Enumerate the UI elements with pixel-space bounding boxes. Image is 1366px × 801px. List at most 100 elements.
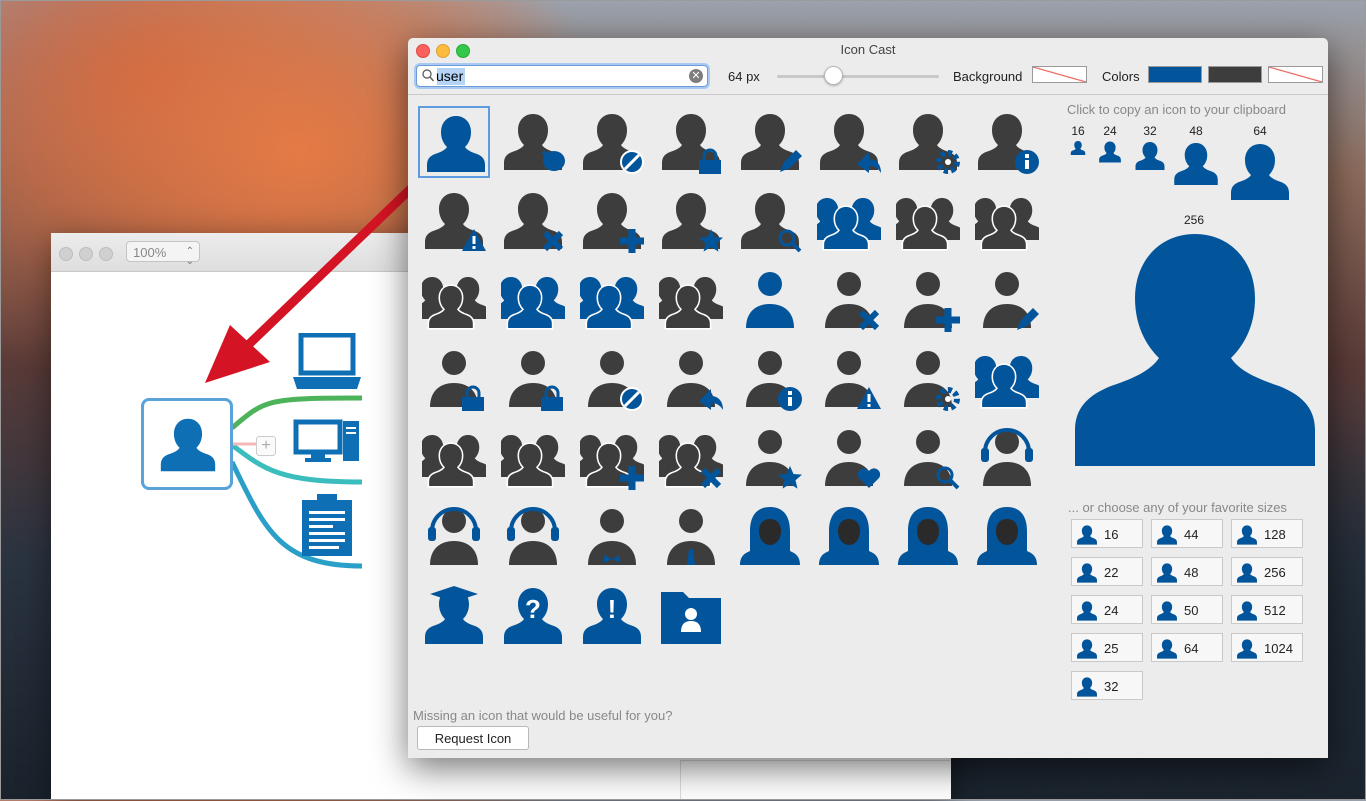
size-button-512[interactable]: 512 bbox=[1231, 595, 1303, 624]
user-group-icon[interactable] bbox=[813, 185, 885, 257]
user-preview-icon[interactable] bbox=[1172, 140, 1220, 188]
size-button-32[interactable]: 32 bbox=[1071, 671, 1143, 700]
user-round-group-icon[interactable] bbox=[418, 422, 490, 494]
user-female-bob-icon[interactable] bbox=[813, 501, 885, 573]
user-remove-icon bbox=[504, 193, 564, 252]
user-people-standing-icon[interactable] bbox=[576, 264, 648, 336]
user-icon bbox=[1237, 601, 1257, 621]
secondary-color-swatch[interactable] bbox=[1208, 66, 1262, 83]
user-team-icon[interactable] bbox=[892, 185, 964, 257]
user-tie-icon[interactable] bbox=[655, 501, 727, 573]
user-round-remove-icon[interactable] bbox=[813, 264, 885, 336]
user-preview-icon[interactable] bbox=[1098, 140, 1122, 164]
close-window-button[interactable] bbox=[416, 44, 430, 58]
user-remove-icon[interactable] bbox=[497, 185, 569, 257]
user-crowd-large-icon[interactable] bbox=[655, 264, 727, 336]
size-button-48[interactable]: 48 bbox=[1151, 557, 1223, 586]
user-round-reply-icon[interactable] bbox=[655, 343, 727, 415]
user-round-remove-icon bbox=[825, 272, 880, 331]
size-button-16[interactable]: 16 bbox=[1071, 519, 1143, 548]
size-button-256[interactable]: 256 bbox=[1231, 557, 1303, 586]
user-lock-icon[interactable] bbox=[655, 106, 727, 178]
user-round-pair-icon[interactable] bbox=[971, 343, 1043, 415]
user-round-settings-icon[interactable] bbox=[892, 343, 964, 415]
titlebar: Icon Cast bbox=[408, 38, 1328, 60]
user-round-unlock-icon[interactable] bbox=[497, 343, 569, 415]
user-round-info-icon[interactable] bbox=[734, 343, 806, 415]
user-female-icon[interactable] bbox=[734, 501, 806, 573]
request-icon-button[interactable]: Request Icon bbox=[417, 726, 529, 750]
user-group-small-icon[interactable] bbox=[497, 264, 569, 336]
user-round-search-icon[interactable] bbox=[892, 422, 964, 494]
primary-color-swatch[interactable] bbox=[1148, 66, 1202, 83]
size-slider-track[interactable] bbox=[777, 75, 939, 78]
user-round-lock-icon[interactable] bbox=[418, 343, 490, 415]
size-button-label: 48 bbox=[1184, 565, 1199, 580]
user-crowd-icon[interactable] bbox=[418, 264, 490, 336]
user-meeting-icon[interactable] bbox=[971, 185, 1043, 257]
large-user-preview-icon[interactable] bbox=[1067, 226, 1323, 482]
size-button-64[interactable]: 64 bbox=[1151, 633, 1223, 662]
size-button-44[interactable]: 44 bbox=[1151, 519, 1223, 548]
minimize-window-button[interactable] bbox=[436, 44, 450, 58]
clear-search-icon[interactable]: ✕ bbox=[689, 69, 703, 83]
user-round-presentation-icon bbox=[501, 435, 565, 488]
user-graduate-icon bbox=[425, 586, 483, 644]
user-round-presentation-icon[interactable] bbox=[497, 422, 569, 494]
user-round-headset-icon[interactable] bbox=[971, 422, 1043, 494]
user-preview-icon[interactable] bbox=[1070, 140, 1086, 156]
user-round-edit-icon[interactable] bbox=[971, 264, 1043, 336]
user-comment-icon[interactable] bbox=[497, 106, 569, 178]
user-bowtie-icon bbox=[588, 509, 636, 565]
user-bowtie-icon[interactable] bbox=[576, 501, 648, 573]
user-edit-icon[interactable] bbox=[734, 106, 806, 178]
user-preview-icon[interactable] bbox=[1228, 140, 1292, 204]
user-folder-icon[interactable] bbox=[655, 580, 727, 652]
user-question-icon: ? bbox=[504, 588, 562, 644]
user-exclamation-icon[interactable]: ! bbox=[576, 580, 648, 652]
search-input[interactable] bbox=[436, 67, 676, 85]
search-field[interactable]: ✕ bbox=[416, 65, 708, 87]
size-slider-handle[interactable] bbox=[824, 66, 844, 85]
user-settings-icon[interactable] bbox=[892, 106, 964, 178]
tertiary-color-swatch[interactable] bbox=[1268, 66, 1323, 83]
user-round-star-icon[interactable] bbox=[734, 422, 806, 494]
user-round-blocked-icon[interactable] bbox=[576, 343, 648, 415]
size-button-25[interactable]: 25 bbox=[1071, 633, 1143, 662]
size-button-128[interactable]: 128 bbox=[1231, 519, 1303, 548]
user-reply-icon[interactable] bbox=[813, 106, 885, 178]
size-button-24[interactable]: 24 bbox=[1071, 595, 1143, 624]
user-round-heart-icon[interactable] bbox=[813, 422, 885, 494]
user-round-pair-remove-icon[interactable] bbox=[655, 422, 727, 494]
user-graduate-icon[interactable] bbox=[418, 580, 490, 652]
zoom-window-button[interactable] bbox=[456, 44, 470, 58]
user-round-pair-add-icon[interactable] bbox=[576, 422, 648, 494]
user-preview-icon[interactable] bbox=[1134, 140, 1166, 172]
user-search-icon[interactable] bbox=[734, 185, 806, 257]
svg-text:!: ! bbox=[608, 594, 617, 624]
user-round-edit-icon bbox=[983, 272, 1039, 330]
user-info-icon[interactable] bbox=[971, 106, 1043, 178]
size-button-50[interactable]: 50 bbox=[1151, 595, 1223, 624]
size-button-label: 512 bbox=[1264, 603, 1286, 618]
size-button-22[interactable]: 22 bbox=[1071, 557, 1143, 586]
user-round-warning-icon[interactable] bbox=[813, 343, 885, 415]
user-blocked-icon[interactable] bbox=[576, 106, 648, 178]
user-headphones-icon[interactable] bbox=[418, 501, 490, 573]
user-question-icon[interactable]: ? bbox=[497, 580, 569, 652]
icon-cast-window: Icon Cast ✕ 64 px Background Colors ?! C… bbox=[408, 38, 1328, 758]
user-reply-icon bbox=[820, 114, 881, 173]
user-icon[interactable] bbox=[418, 106, 490, 178]
user-round-icon[interactable] bbox=[734, 264, 806, 336]
user-warning-icon[interactable] bbox=[418, 185, 490, 257]
size-button-label: 64 bbox=[1184, 641, 1199, 656]
user-female-long-icon[interactable] bbox=[892, 501, 964, 573]
user-star-icon[interactable] bbox=[655, 185, 727, 257]
user-round-pair-add-icon bbox=[580, 435, 644, 490]
user-headset-mic-icon[interactable] bbox=[497, 501, 569, 573]
user-add-icon[interactable] bbox=[576, 185, 648, 257]
size-button-1024[interactable]: 1024 bbox=[1231, 633, 1303, 662]
user-female-wavy-icon[interactable] bbox=[971, 501, 1043, 573]
background-color-swatch[interactable] bbox=[1032, 66, 1087, 83]
user-round-add-icon[interactable] bbox=[892, 264, 964, 336]
